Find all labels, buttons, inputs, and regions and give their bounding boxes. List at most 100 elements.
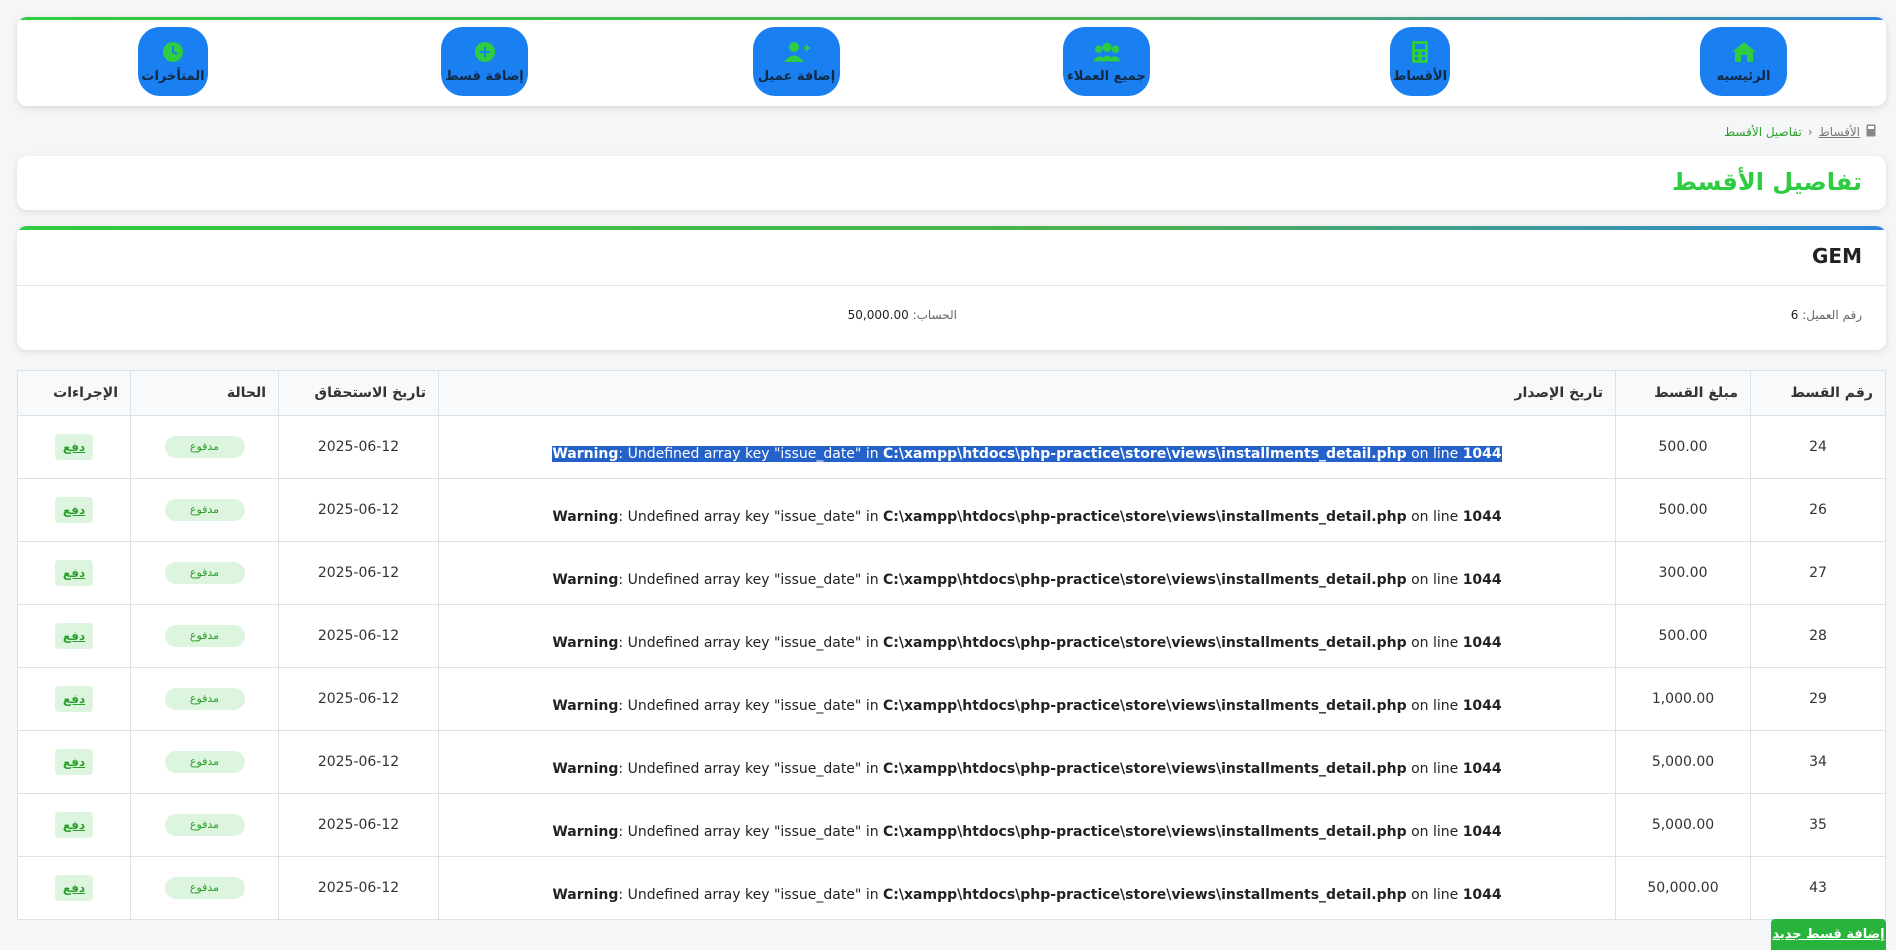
due-date: 2025-06-12 (278, 541, 439, 605)
php-warning: Warning: Undefined array key "issue_date… (439, 621, 1615, 651)
warning-path: C:\xampp\htdocs\php-practice\store\views… (883, 509, 1407, 525)
warning-online: on line (1406, 509, 1463, 525)
nav-add-installment-button[interactable]: إضافة قسط (441, 27, 528, 96)
calculator-icon (1866, 124, 1876, 140)
warning-line: 1044 (1462, 509, 1502, 525)
pay-button[interactable]: دفع (55, 560, 93, 586)
warning-prefix: Warning (552, 887, 619, 903)
warning-path: C:\xampp\htdocs\php-practice\store\views… (883, 824, 1407, 840)
page-title: تفاصيل الأقسط (1672, 168, 1862, 196)
warning-path: C:\xampp\htdocs\php-practice\store\views… (883, 887, 1407, 903)
installment-no: 35 (1750, 793, 1886, 857)
status-badge: مدفوع (164, 751, 245, 773)
status-badge: مدفوع (164, 436, 245, 458)
installment-amount: 500.00 (1615, 478, 1751, 542)
nav-customers-button[interactable]: جميع العملاء (1063, 27, 1150, 96)
warning-prefix: Warning (552, 824, 619, 840)
table-row: 27 300.00 Warning: Undefined array key "is… (17, 541, 1886, 605)
pay-button[interactable]: دفع (55, 434, 93, 460)
pay-button[interactable]: دفع (55, 686, 93, 712)
chevron-left-icon: ‹ (1807, 125, 1813, 139)
warning-path: C:\xampp\htdocs\php-practice\store\views… (883, 572, 1407, 588)
col-amount: مبلغ القسط (1615, 370, 1751, 416)
breadcrumb: الأقساط ‹ تفاصيل الأقسط (1724, 124, 1876, 140)
warning-message: : Undefined array key "issue_date" in (618, 635, 884, 651)
due-date: 2025-06-12 (278, 730, 439, 794)
php-warning: Warning: Undefined array key "issue_date… (439, 873, 1615, 903)
col-installment-no: رقم القسط (1750, 370, 1886, 416)
warning-prefix: Warning (552, 761, 619, 777)
clock-icon (159, 39, 187, 65)
warning-line: 1044 (1462, 446, 1502, 462)
warning-path: C:\xampp\htdocs\php-practice\store\views… (883, 761, 1407, 777)
nav-installments-button[interactable]: الأقساط (1390, 27, 1450, 96)
due-date: 2025-06-12 (278, 415, 439, 479)
table-row: 29 1,000.00 Warning: Undefined array key "… (17, 667, 1886, 731)
status-cell: مدفوع (130, 856, 279, 920)
warning-prefix: Warning (552, 698, 619, 714)
nav-installments-label: الأقساط (1392, 69, 1448, 84)
warning-message: : Undefined array key "issue_date" in (618, 446, 884, 462)
breadcrumb-installments-link[interactable]: الأقساط (1819, 125, 1860, 139)
nav-home-button[interactable]: الرئيسيه (1700, 27, 1787, 96)
pay-button[interactable]: دفع (55, 497, 93, 523)
warning-online: on line (1406, 887, 1463, 903)
due-date: 2025-06-12 (278, 604, 439, 668)
warning-message: : Undefined array key "issue_date" in (618, 698, 884, 714)
warning-online: on line (1406, 824, 1463, 840)
installment-amount: 300.00 (1615, 541, 1751, 605)
warning-path: C:\xampp\htdocs\php-practice\store\views… (883, 635, 1407, 651)
table-body: 24 500.00 Warning: Undefined array key "is… (17, 415, 1886, 920)
user-plus-icon (783, 39, 811, 65)
table-row: 43 50,000.00 Warning: Undefined array key … (17, 856, 1886, 920)
installment-no: 27 (1750, 541, 1886, 605)
status-badge: مدفوع (164, 499, 245, 521)
due-date: 2025-06-12 (278, 478, 439, 542)
installment-no: 43 (1750, 856, 1886, 920)
pay-button[interactable]: دفع (55, 812, 93, 838)
php-warning: Warning: Undefined array key "issue_date… (439, 432, 1615, 462)
warning-online: on line (1406, 446, 1463, 462)
customer-id: رقم العميل: 6 (1791, 308, 1862, 322)
nav-overdue-button[interactable]: المتأخرات (138, 27, 208, 96)
issue-date-cell: Warning: Undefined array key "issue_date… (438, 730, 1616, 794)
status-badge: مدفوع (164, 562, 245, 584)
installment-amount: 5,000.00 (1615, 793, 1751, 857)
warning-message: : Undefined array key "issue_date" in (618, 824, 884, 840)
status-badge: مدفوع (164, 688, 245, 710)
customer-name: GEM (1812, 244, 1862, 268)
php-warning: Warning: Undefined array key "issue_date… (439, 684, 1615, 714)
col-due-date: تاريخ الاستحقاق (278, 370, 439, 416)
customer-id-label: رقم العميل: (1802, 308, 1862, 322)
nav-customers-label: جميع العملاء (1067, 69, 1146, 84)
actions-cell: دفع (17, 604, 131, 668)
add-installment-button[interactable]: إضافة قسط جديد (1771, 919, 1886, 950)
nav-add-installment-label: إضافة قسط (445, 69, 524, 84)
pay-button[interactable]: دفع (55, 623, 93, 649)
actions-cell: دفع (17, 667, 131, 731)
issue-date-cell: Warning: Undefined array key "issue_date… (438, 415, 1616, 479)
plus-circle-icon (471, 39, 499, 65)
issue-date-cell: Warning: Undefined array key "issue_date… (438, 667, 1616, 731)
warning-path: C:\xampp\htdocs\php-practice\store\views… (883, 446, 1407, 462)
nav-add-customer-button[interactable]: إضافة عميل (753, 27, 840, 96)
nav-add-customer-label: إضافة عميل (757, 69, 836, 84)
php-warning: Warning: Undefined array key "issue_date… (439, 810, 1615, 840)
table-header-row: رقم القسط مبلغ القسط تاريخ الإصدار تاريخ… (17, 370, 1886, 416)
nav-home-label: الرئيسيه (1716, 69, 1771, 84)
breadcrumb-current: تفاصيل الأقسط (1724, 125, 1802, 139)
top-nav: الرئيسيه الأقساط جميع العملاء إضافة عميل… (17, 17, 1886, 106)
table-row: 28 500.00 Warning: Undefined array key "is… (17, 604, 1886, 668)
installment-no: 26 (1750, 478, 1886, 542)
installment-no: 29 (1750, 667, 1886, 731)
table-row: 35 5,000.00 Warning: Undefined array key "… (17, 793, 1886, 857)
installment-amount: 500.00 (1615, 415, 1751, 479)
col-issue-date: تاريخ الإصدار (438, 370, 1616, 416)
warning-prefix: Warning (552, 509, 619, 525)
pay-button[interactable]: دفع (55, 749, 93, 775)
table-row: 24 500.00 Warning: Undefined array key "is… (17, 415, 1886, 479)
warning-message: : Undefined array key "issue_date" in (618, 509, 884, 525)
table-row: 34 5,000.00 Warning: Undefined array key "… (17, 730, 1886, 794)
pay-button[interactable]: دفع (55, 875, 93, 901)
actions-cell: دفع (17, 856, 131, 920)
